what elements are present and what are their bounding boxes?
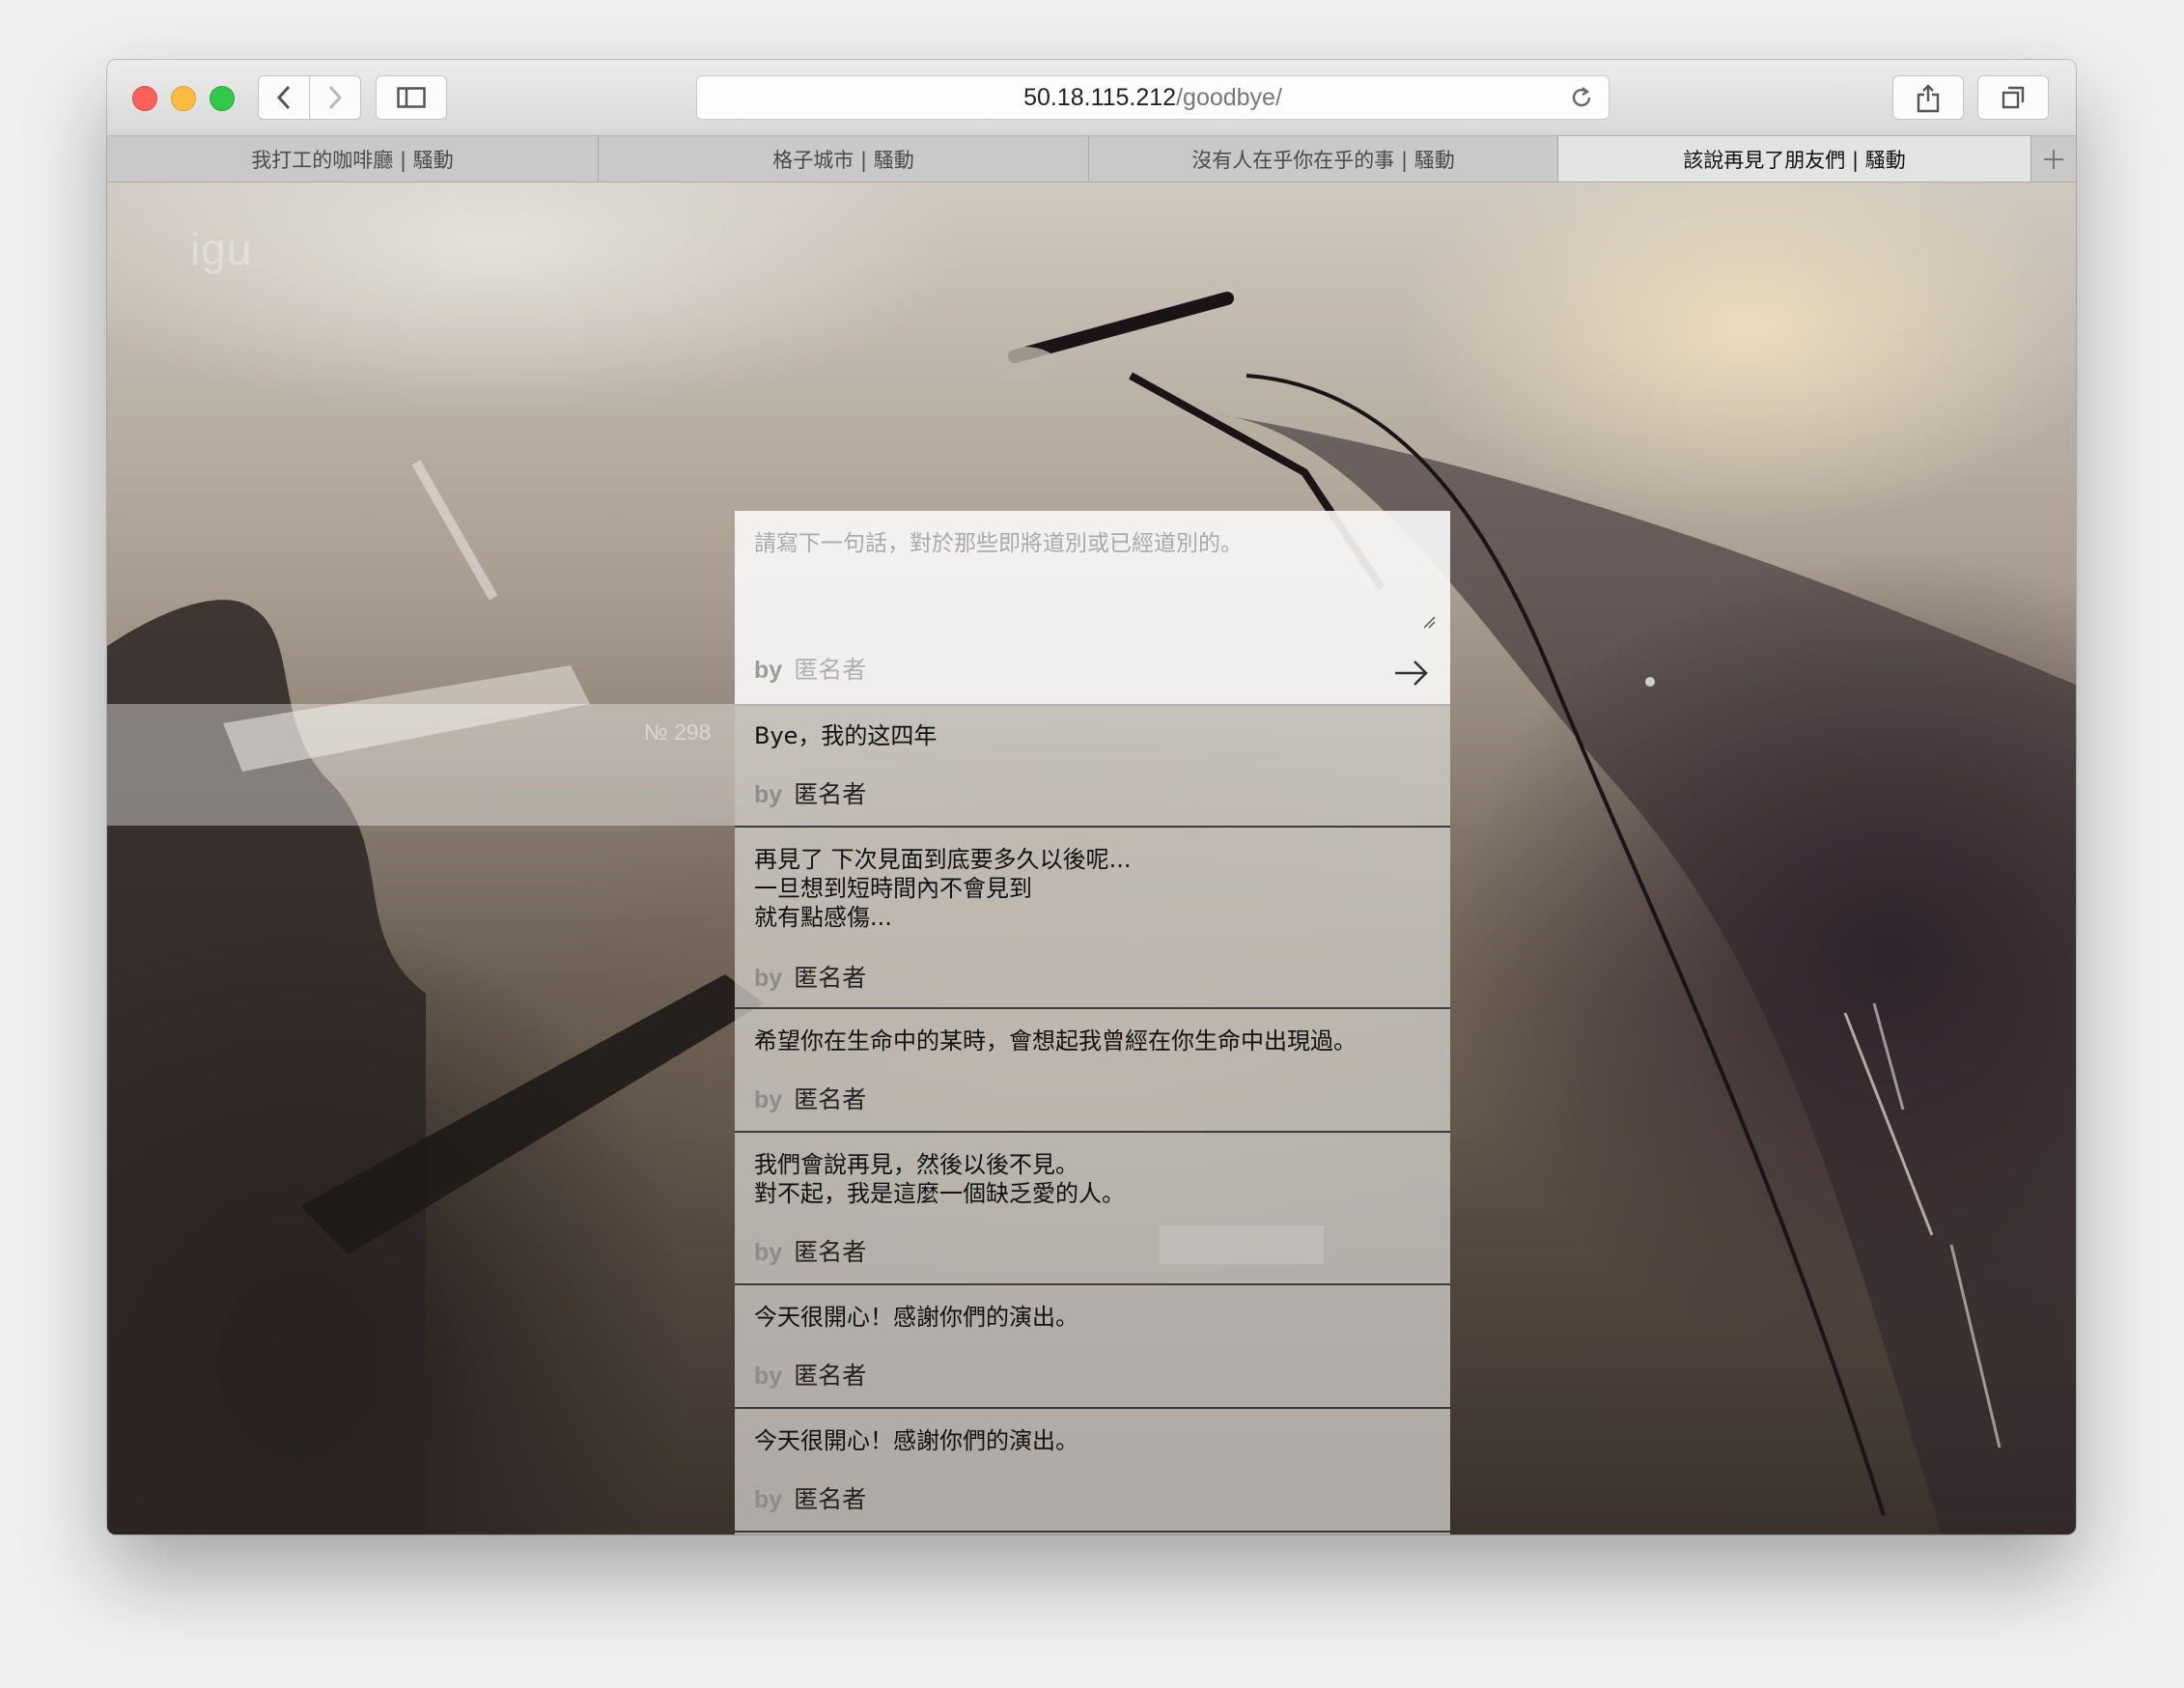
zoom-window-button[interactable] xyxy=(210,86,235,111)
browser-window: 50.18.115.212/goodbye/ 我打工的咖啡廳 | 騷動 格子城市… xyxy=(107,60,2076,1534)
tab-label: 格子城市 | 騷動 xyxy=(772,148,914,172)
address-host: 50.18.115.212 xyxy=(1023,83,1177,111)
close-window-button[interactable] xyxy=(132,86,157,111)
author-name: 匿名者 xyxy=(794,1238,867,1266)
entry-author: by 匿名者 xyxy=(754,775,866,810)
tab-cafe[interactable]: 我打工的咖啡廳 | 騷動 xyxy=(107,136,599,182)
add-tab-button[interactable] xyxy=(2031,136,2076,182)
entry-author: by 匿名者 xyxy=(754,1480,866,1515)
entry-text: 今天很開心！感謝你們的演出。 xyxy=(754,1427,1078,1454)
entry-author: by 匿名者 xyxy=(754,1081,866,1115)
message-textarea[interactable]: 請寫下一句話，對於那些即將道別或已經道別的。 xyxy=(754,524,1430,631)
author-name: 匿名者 xyxy=(794,1085,867,1113)
author-name: 匿名者 xyxy=(794,1485,867,1513)
composer: 請寫下一句話，對於那些即將道別或已經道別的。 by 匿名者 xyxy=(735,511,1450,706)
page-content: igu № 298 請寫下一句話，對於那些即將道別或已經道別的。 by 匿名者 B… xyxy=(107,183,2076,1534)
entry-text: 今天很開心！感謝你們的演出。 xyxy=(754,1304,1078,1331)
resize-grip-icon[interactable] xyxy=(1422,615,1436,629)
message-entry: 今天很開心！感謝你們的演出。 by 匿名者 xyxy=(735,1409,1450,1533)
message-entry: 再見了 下次見面到底要多久以後呢... 一旦想到短時間內不會見到 就有點感傷..… xyxy=(735,828,1450,1009)
by-label: by xyxy=(754,1486,783,1513)
address-bar[interactable]: 50.18.115.212/goodbye/ xyxy=(696,75,1610,120)
by-label: by xyxy=(754,1363,783,1390)
back-icon xyxy=(276,85,291,110)
tabs-overview-icon xyxy=(2002,86,2025,109)
entry-author: by 匿名者 xyxy=(754,1357,866,1392)
by-label: by xyxy=(754,657,783,684)
entry-text: Bye，我的这四年 xyxy=(754,722,938,749)
reload-icon[interactable] xyxy=(1568,84,1595,111)
entry-text: 我們會說再見，然後以後不見。 對不起，我是這麼一個缺乏愛的人。 xyxy=(754,1151,1125,1207)
message-entry: 希望你在生命中的某時，會想起我曾經在你生命中出現過。 by 匿名者 xyxy=(735,1009,1450,1133)
forward-button[interactable] xyxy=(309,75,361,120)
message-entry: Bye，我的这四年 by 匿名者 xyxy=(735,704,1450,828)
tab-nobody-cares[interactable]: 沒有人在乎你在乎的事 | 騷動 xyxy=(1089,136,1558,182)
message-entry: 我們會說再見，然後以後不見。 對不起，我是這麼一個缺乏愛的人。 by 匿名者 xyxy=(735,1133,1450,1285)
by-label: by xyxy=(754,1239,783,1266)
entry-hover-band xyxy=(107,704,735,826)
sidebar-button[interactable] xyxy=(376,75,447,120)
send-arrow-icon[interactable] xyxy=(1393,658,1430,689)
author-name: 匿名者 xyxy=(794,964,867,992)
message-entry: 加油 xyxy=(735,1533,1450,1534)
share-icon xyxy=(1917,84,1940,113)
message-entry: 今天很開心！感謝你們的演出。 by 匿名者 xyxy=(735,1285,1450,1409)
entry-author: by 匿名者 xyxy=(754,1233,866,1268)
message-panel: 請寫下一句話，對於那些即將道別或已經道別的。 by 匿名者 Bye，我的这四年 b… xyxy=(735,511,1450,1534)
tab-label: 我打工的咖啡廳 | 騷動 xyxy=(251,148,454,172)
composer-author-row: by 匿名者 xyxy=(754,651,866,686)
author-name-input[interactable]: 匿名者 xyxy=(794,656,866,684)
entry-number: № 298 xyxy=(644,719,712,745)
address-path: /goodbye/ xyxy=(1176,83,1282,111)
by-label: by xyxy=(754,965,783,992)
tab-bar: 我打工的咖啡廳 | 騷動 格子城市 | 騷動 沒有人在乎你在乎的事 | 騷動 該… xyxy=(107,136,2076,183)
site-logo[interactable]: igu xyxy=(190,223,252,275)
entry-author: by 匿名者 xyxy=(754,959,866,994)
tab-goodbye[interactable]: 該說再見了朋友們 | 騷動 xyxy=(1558,136,2031,182)
back-button[interactable] xyxy=(258,75,310,120)
entry-text: 再見了 下次見面到底要多久以後呢... 一旦想到短時間內不會見到 就有點感傷..… xyxy=(754,846,1132,931)
share-button[interactable] xyxy=(1892,75,1964,120)
tab-label: 該說再見了朋友們 | 騷動 xyxy=(1683,148,1906,172)
author-name: 匿名者 xyxy=(794,780,867,808)
tab-grid-city[interactable]: 格子城市 | 騷動 xyxy=(599,136,1089,182)
entry-text: 希望你在生命中的某時，會想起我曾經在你生命中出現過。 xyxy=(754,1027,1357,1055)
tabs-overview-button[interactable] xyxy=(1977,75,2049,120)
forward-icon xyxy=(328,85,343,110)
by-label: by xyxy=(754,781,783,808)
minimize-window-button[interactable] xyxy=(171,86,196,111)
by-label: by xyxy=(754,1086,783,1113)
tab-label: 沒有人在乎你在乎的事 | 騷動 xyxy=(1191,148,1455,172)
sidebar-icon xyxy=(397,87,426,108)
browser-toolbar: 50.18.115.212/goodbye/ xyxy=(107,60,2076,136)
author-name: 匿名者 xyxy=(794,1362,867,1390)
add-tab-icon xyxy=(2044,149,2063,169)
